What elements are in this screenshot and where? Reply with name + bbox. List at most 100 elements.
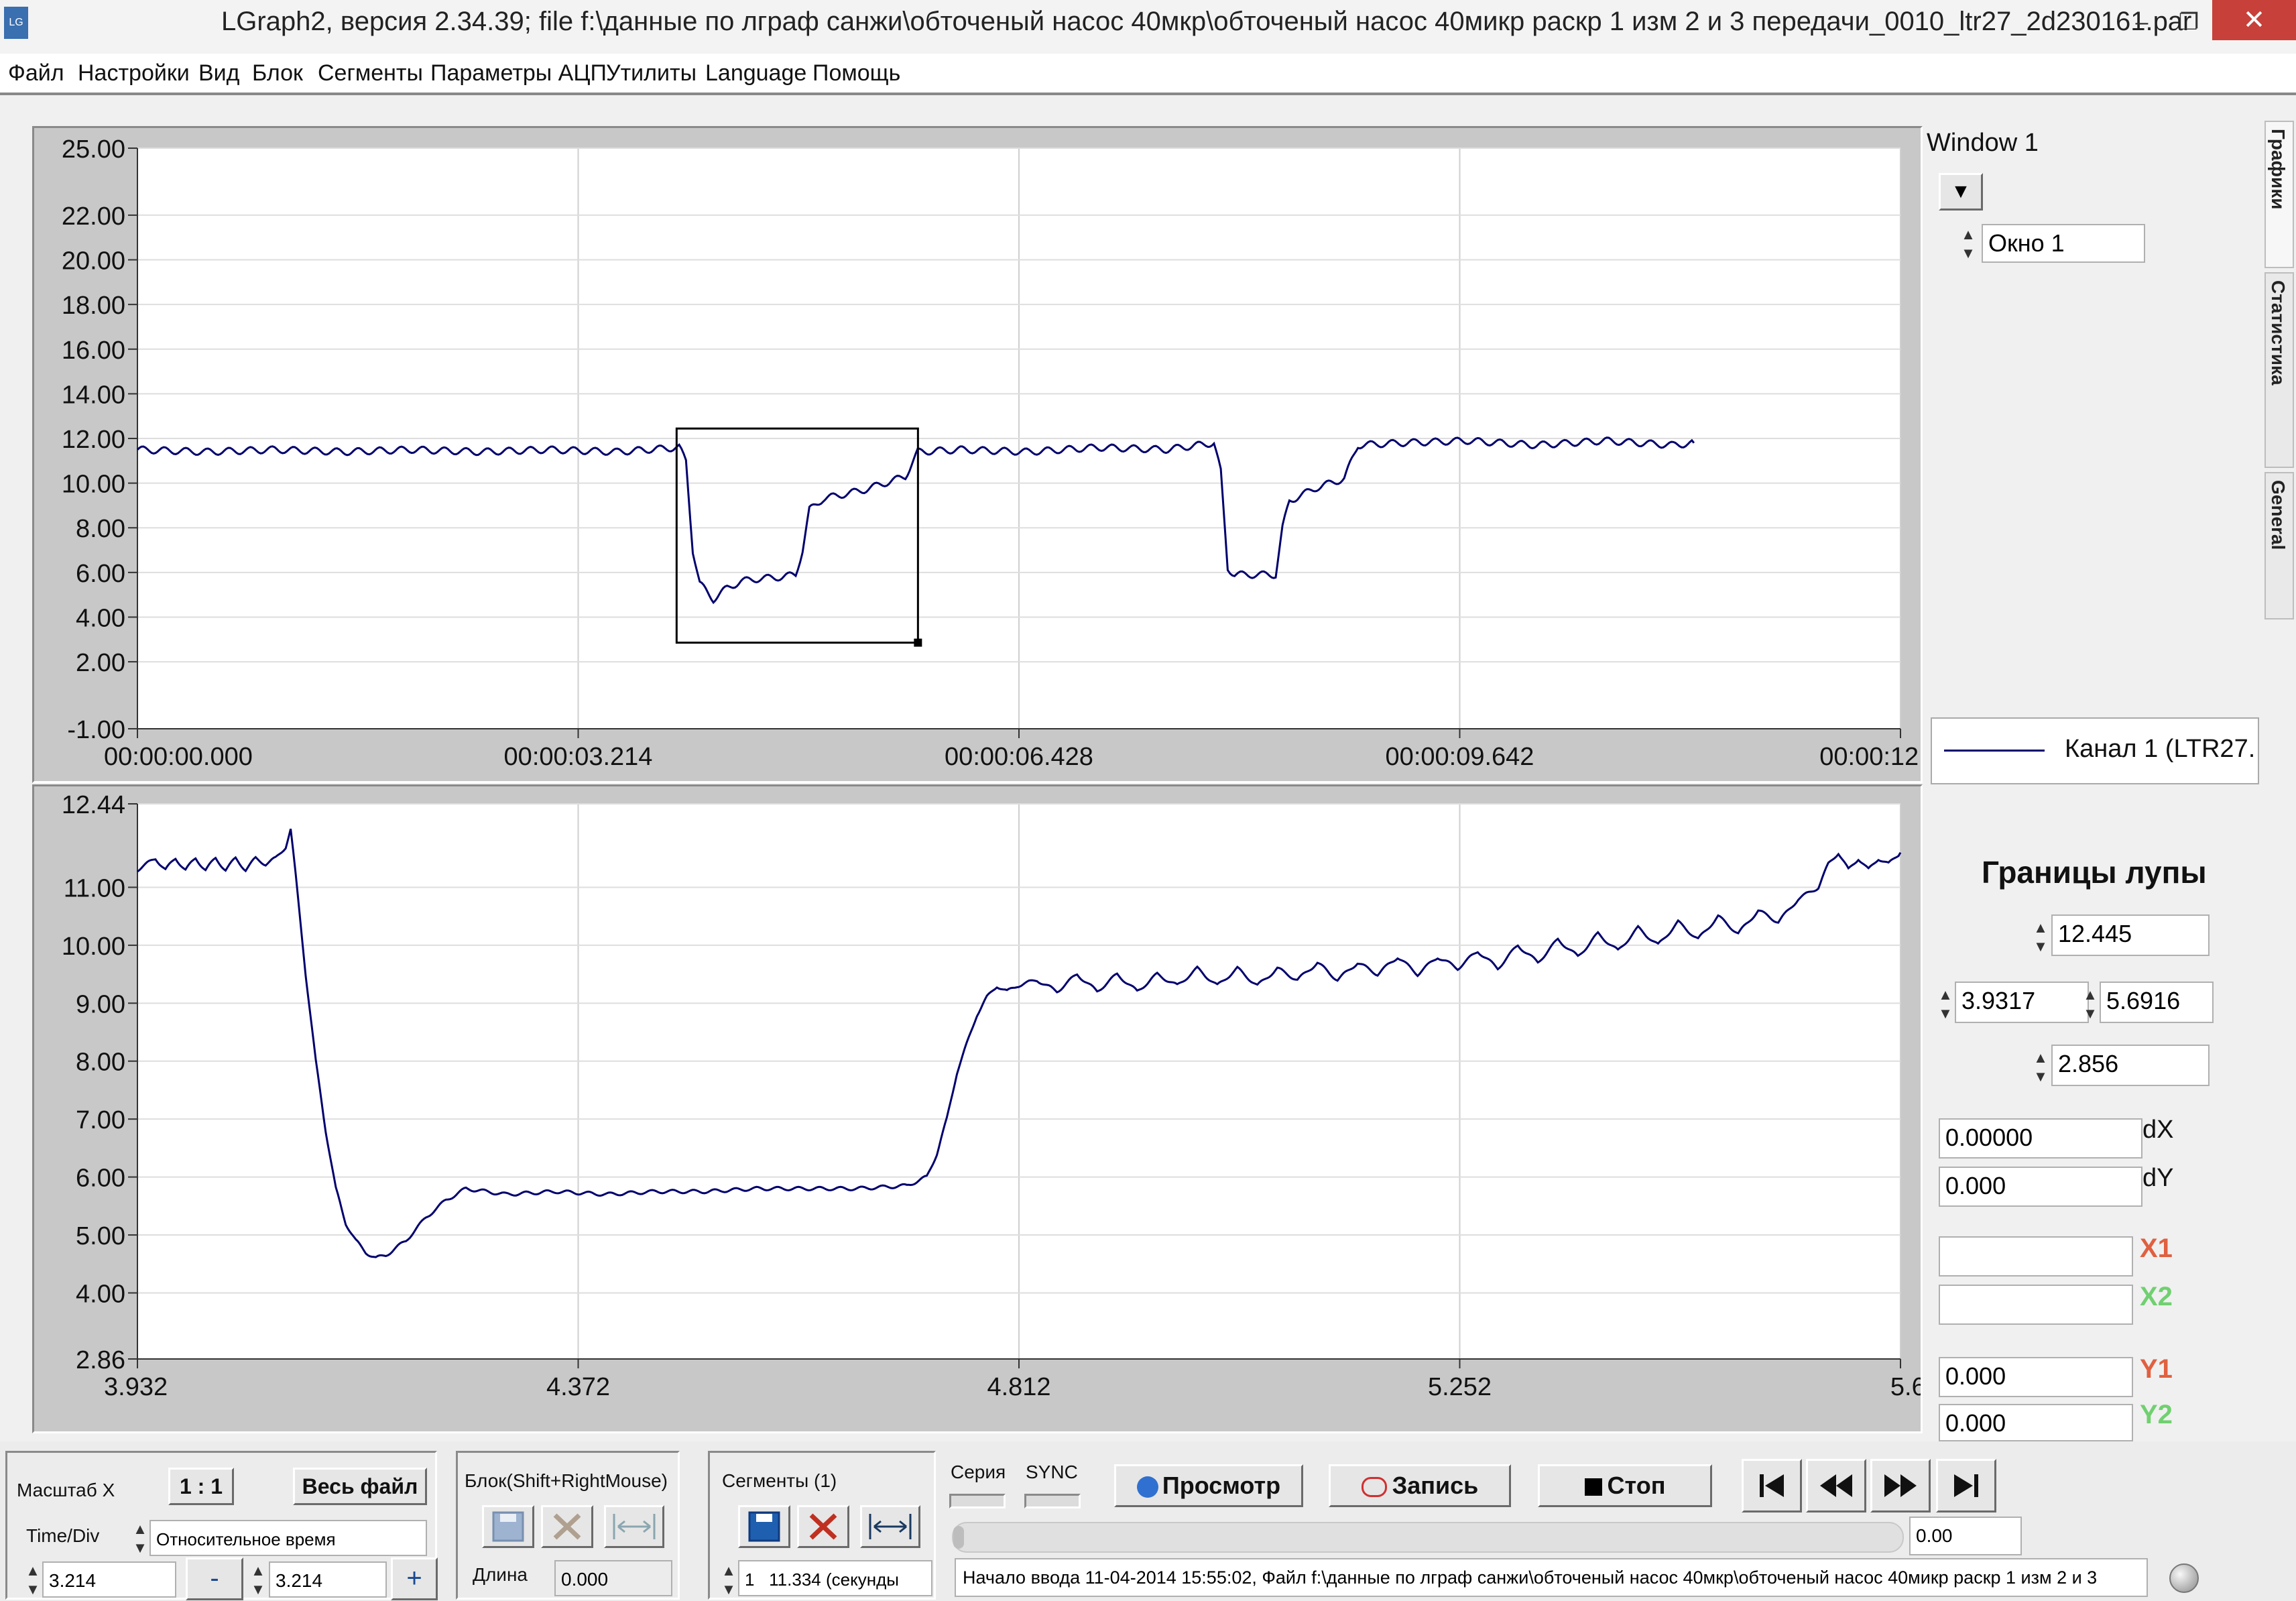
scale-field-1[interactable]: 3.214 — [42, 1561, 176, 1598]
app-icon[interactable]: LG — [4, 7, 28, 39]
block-save-icon[interactable] — [482, 1505, 534, 1548]
tab-statistics[interactable]: Статистика — [2264, 272, 2294, 468]
menu-segments[interactable]: Сегменты — [318, 54, 423, 93]
zoom-right-field[interactable]: 5.6916 — [2100, 982, 2214, 1023]
stop-button[interactable]: Стоп — [1538, 1464, 1712, 1507]
y2-label: Y2 — [2140, 1400, 2173, 1429]
whole-file-button[interactable]: Весь файл — [293, 1468, 427, 1505]
series-label: Серия — [951, 1462, 1006, 1482]
skip-to-end-button[interactable] — [1936, 1459, 1996, 1513]
zoom-top-field[interactable]: 12.445 — [2051, 914, 2210, 956]
x-tick-label: 00:00:12.85 — [1819, 743, 1921, 771]
y-tick-label: -1.00 — [67, 716, 125, 744]
series-indicator — [949, 1494, 1006, 1508]
time-mode-field[interactable]: Относительное время — [149, 1520, 427, 1556]
x-tick-label: 4.372 — [546, 1373, 610, 1401]
rewind-icon — [1820, 1474, 1852, 1497]
skip-to-start-button[interactable] — [1742, 1459, 1802, 1513]
dy-field[interactable]: 0.000 — [1939, 1167, 2142, 1207]
segment-fit-icon[interactable] — [860, 1505, 920, 1548]
skip-to-start-icon — [1760, 1474, 1784, 1497]
x2-field[interactable] — [1939, 1285, 2133, 1325]
fast-forward-button[interactable] — [1870, 1459, 1931, 1513]
y-tick-label: 14.00 — [62, 381, 125, 409]
record-icon — [1361, 1477, 1387, 1498]
block-group: Блок(Shift+RightMouse) Длина 0.000 — [456, 1451, 680, 1600]
tab-graphs-label: Графики — [2268, 129, 2289, 210]
tab-general[interactable]: General — [2264, 472, 2294, 619]
window-label: Window 1 — [1927, 129, 2039, 157]
status-led-icon — [2169, 1563, 2199, 1593]
x-tick-label: 5.252 — [1428, 1373, 1492, 1401]
position-slider[interactable] — [952, 1522, 1904, 1553]
scale-spin-2[interactable]: ▲ ▼ — [250, 1561, 266, 1599]
one-to-one-button[interactable]: 1 : 1 — [168, 1468, 234, 1505]
view-button[interactable]: Просмотр — [1114, 1464, 1303, 1507]
zoom-left-spin[interactable]: ▲ ▼ — [1937, 986, 1953, 1023]
block-delete-icon-glyph — [553, 1513, 581, 1540]
skip-to-end-icon — [1954, 1474, 1978, 1497]
menu-language[interactable]: Language — [705, 54, 806, 93]
menu-adc-params[interactable]: Параметры АЦП — [430, 54, 607, 93]
position-field[interactable]: 0.00 — [1909, 1517, 2022, 1555]
zoom-bottom-field[interactable]: 2.856 — [2051, 1045, 2210, 1086]
dx-field[interactable]: 0.00000 — [1939, 1118, 2142, 1159]
zoom-out-icon[interactable]: - — [186, 1557, 243, 1600]
zoom-bottom-spin[interactable]: ▲ ▼ — [2033, 1049, 2049, 1086]
rewind-button[interactable] — [1806, 1459, 1866, 1513]
x1-field[interactable] — [1939, 1236, 2133, 1277]
y-tick-label: 22.00 — [62, 202, 125, 231]
y-tick-label: 20.00 — [62, 247, 125, 276]
zoom-in-icon[interactable]: + — [391, 1557, 438, 1600]
x-tick-label: 00:00:03.214 — [504, 743, 653, 771]
window-select-field[interactable]: Окно 1 — [1982, 224, 2145, 263]
block-delete-icon[interactable] — [541, 1505, 593, 1548]
y-tick-label: 9.00 — [76, 990, 125, 1018]
menu-utilities[interactable]: Утилиты — [606, 54, 697, 93]
window-dropdown-button[interactable]: ▼ — [1939, 173, 1983, 211]
y-tick-label: 8.00 — [76, 1049, 125, 1077]
y-tick-label: 6.00 — [76, 1165, 125, 1193]
tab-graphs[interactable]: Графики — [2264, 121, 2294, 268]
y1-field[interactable]: 0.000 — [1939, 1357, 2133, 1397]
zoom-box-handle[interactable] — [914, 638, 922, 647]
block-save-icon-glyph — [492, 1511, 524, 1542]
zoom-chart[interactable]: 12.44 11.00 10.00 9.00 8.00 7.00 6.00 5.00 4.00 2… — [34, 786, 1921, 1431]
zoom-right-spin[interactable]: ▲ ▼ — [2082, 986, 2098, 1023]
menu-block[interactable]: Блок — [252, 54, 303, 93]
segment-spin[interactable]: ▲ ▼ — [721, 1561, 737, 1599]
y2-field[interactable]: 0.000 — [1939, 1404, 2133, 1441]
time-mode-spin[interactable]: ▲ ▼ — [132, 1520, 148, 1557]
x-tick-label: 5.692 — [1890, 1373, 1921, 1401]
zoom-left-field[interactable]: 3.9317 — [1955, 982, 2089, 1023]
menu-settings[interactable]: Настройки — [78, 54, 190, 93]
block-label: Блок(Shift+RightMouse) — [465, 1470, 668, 1491]
title-bar: LG LGraph2, версия 2.34.39; file f:\данн… — [0, 0, 2296, 54]
length-field: 0.000 — [554, 1560, 672, 1596]
menu-file[interactable]: Файл — [8, 54, 64, 93]
menu-view[interactable]: Вид — [198, 54, 240, 93]
dx-label: dX — [2142, 1116, 2174, 1144]
scale-field-2[interactable]: 3.214 — [269, 1561, 387, 1598]
segment-save-icon[interactable] — [738, 1505, 790, 1548]
zoom-top-spin[interactable]: ▲ ▼ — [2033, 918, 2049, 956]
menu-help[interactable]: Помощь — [812, 54, 900, 93]
overview-chart[interactable]: 25.00 22.00 20.00 18.00 16.00 14.00 12.00 10.00… — [34, 128, 1921, 781]
record-button[interactable]: Запись — [1329, 1464, 1511, 1507]
segment-field[interactable]: 1 11.334 (секунды — [738, 1560, 932, 1596]
block-fit-icon-glyph — [613, 1514, 656, 1539]
restore-button[interactable]: ❐ — [2165, 5, 2212, 39]
y-tick-label: 4.00 — [76, 1280, 125, 1308]
minimize-button[interactable]: – — [2118, 5, 2165, 39]
sync-indicator — [1024, 1494, 1081, 1508]
scale-spin-1[interactable]: ▲ ▼ — [25, 1561, 41, 1599]
close-button[interactable]: ✕ — [2212, 0, 2296, 40]
scale-x-group: Масштаб X 1 : 1 Весь файл Time/Div ▲ ▼ От… — [5, 1451, 438, 1600]
window-spin[interactable]: ▲ ▼ — [1960, 225, 1976, 263]
position-slider-thumb[interactable] — [953, 1526, 964, 1549]
view-button-label: Просмотр — [1162, 1472, 1281, 1499]
block-fit-icon[interactable] — [604, 1505, 664, 1548]
tab-general-label: General — [2268, 480, 2289, 550]
segment-delete-icon[interactable] — [797, 1505, 849, 1548]
length-label: Длина — [473, 1564, 528, 1585]
